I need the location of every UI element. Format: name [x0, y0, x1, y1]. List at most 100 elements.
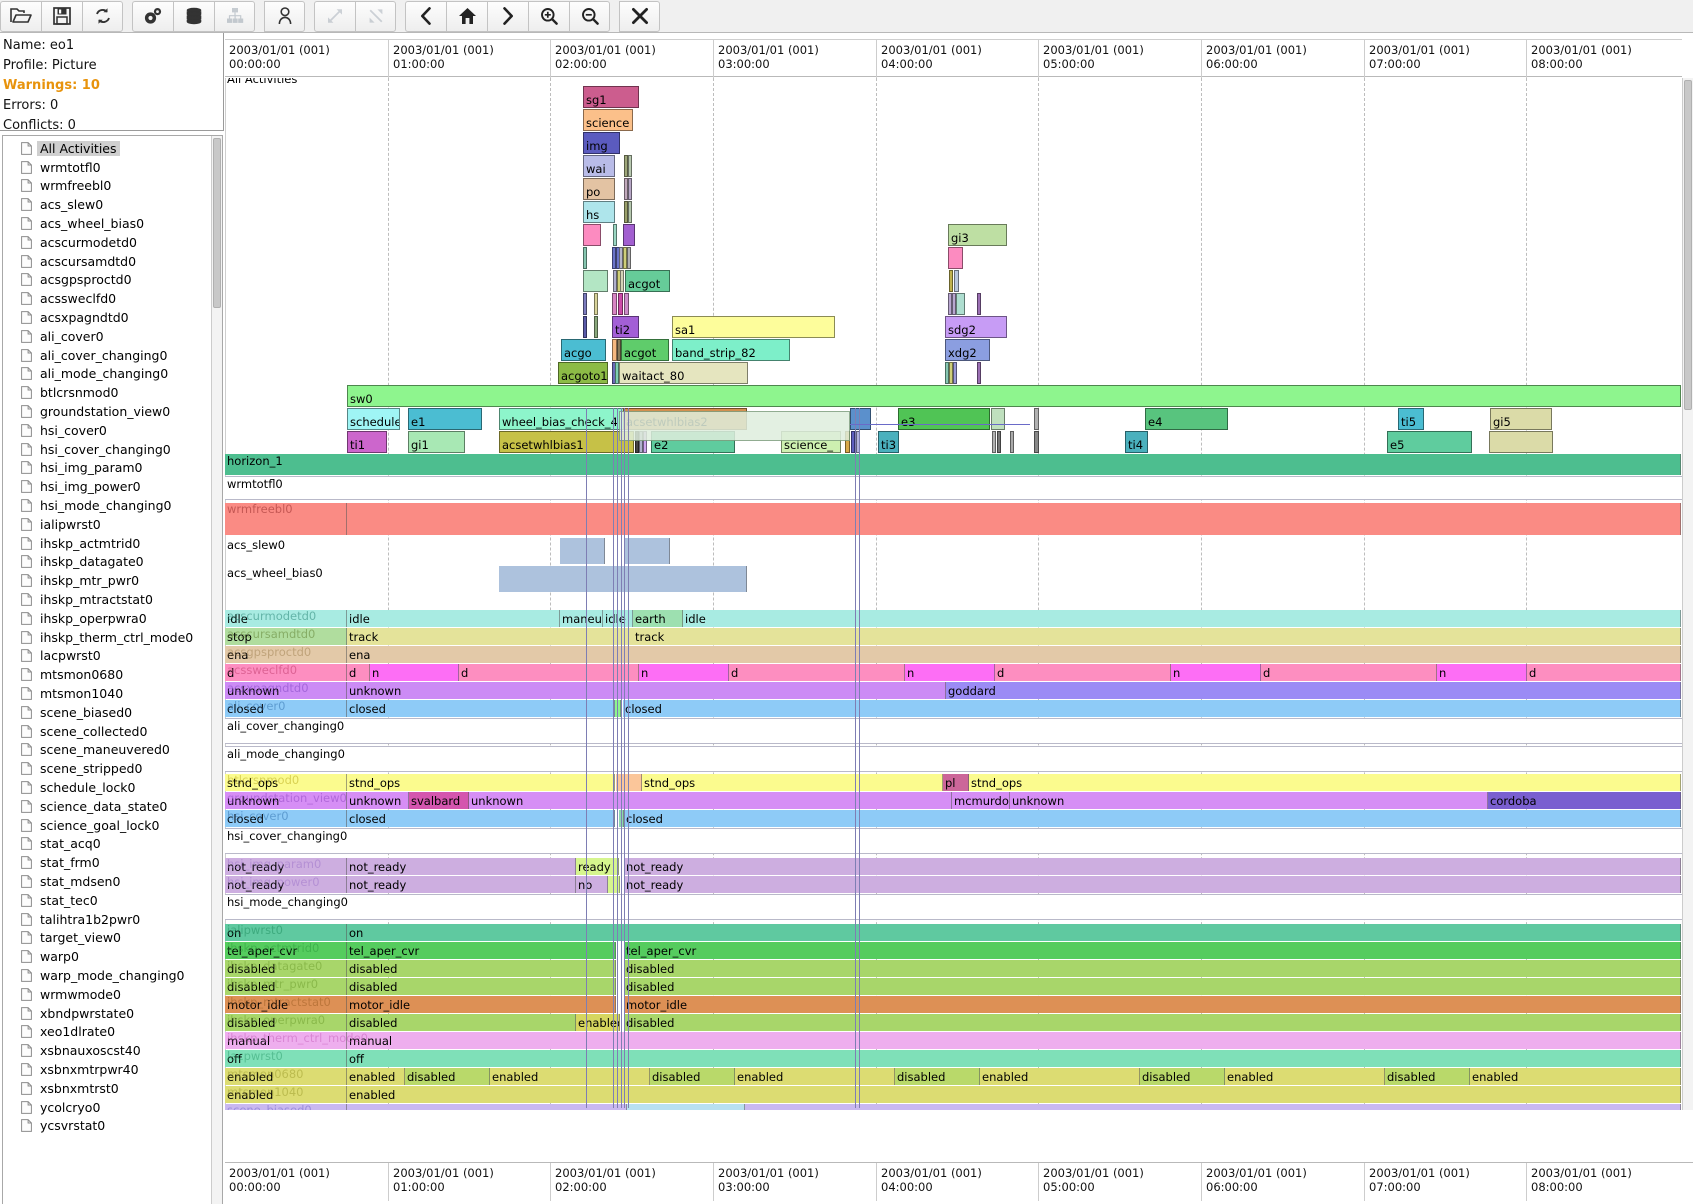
activity-tree-panel[interactable]: All Activities wrmtotfl0 wrmfreebl0 acs_sle…	[2, 135, 223, 1204]
state-segment[interactable]	[616, 774, 642, 791]
state-segment[interactable]	[745, 1104, 1681, 1110]
state-segment[interactable]: enabled	[225, 1068, 347, 1085]
state-segment[interactable]: not_ready	[225, 876, 347, 893]
activity-bar[interactable]	[997, 431, 1001, 453]
state-segment[interactable]: not_ready	[347, 876, 576, 893]
activity-bar[interactable]: wai	[583, 155, 615, 177]
state-segment[interactable]: disabled	[895, 1068, 980, 1085]
activity-bar[interactable]	[583, 293, 587, 315]
tree-item-schedule-lock0[interactable]: schedule_lock0	[3, 778, 213, 797]
activity-bar[interactable]: sa1	[672, 316, 835, 338]
state-segment[interactable]: tel_aper_cvr	[624, 942, 1681, 959]
save-button[interactable]	[41, 0, 82, 32]
state-segment[interactable]: ready	[576, 858, 619, 875]
tree-item-ihskp-operpwra0[interactable]: ihskp_operpwra0	[3, 609, 213, 628]
state-segment[interactable]: pl	[943, 774, 969, 791]
state-row-ihskp-mtractstat0[interactable]: motor_idle motor_idle motor_idle ihskp_mtra…	[225, 996, 1693, 1013]
state-segment[interactable]: no	[576, 876, 608, 893]
activity-bar[interactable]: schedule_	[347, 408, 400, 430]
tree-item-acs-wheel-bias0[interactable]: acs_wheel_bias0	[3, 214, 213, 233]
activity-bar[interactable]	[583, 247, 587, 269]
activity-bar[interactable]	[624, 293, 629, 315]
state-segment[interactable]	[499, 566, 747, 592]
open-file-button[interactable]	[0, 0, 41, 32]
tree-item-xeo1dlrate0[interactable]: xeo1dlrate0	[3, 1022, 213, 1041]
home-button[interactable]	[446, 0, 487, 32]
tree-item-talihtra1b2pwr0[interactable]: talihtra1b2pwr0	[3, 910, 213, 929]
timeline-panel[interactable]: 2003/01/01 (001) 00:00:00 2003/01/01 (001)…	[225, 33, 1693, 1204]
state-segment[interactable]: idle	[225, 610, 347, 627]
state-row-ihskp-datagate0[interactable]: disabled disabled disabled ihskp_datagate0	[225, 960, 1693, 977]
activity-bar[interactable]	[620, 270, 624, 292]
state-row-hsi-cover0[interactable]: closed closed closed hsi_cover0	[225, 810, 1693, 827]
activity-bar[interactable]: po	[583, 178, 615, 200]
activity-bar[interactable]	[992, 431, 996, 453]
state-row-acs-wheel-bias0[interactable]: acs_wheel_bias0	[225, 566, 1693, 592]
tree-item-ihskp-actmtrid0[interactable]: ihskp_actmtrid0	[3, 534, 213, 553]
tree-item-acssweclfd0[interactable]: acssweclfd0	[3, 289, 213, 308]
state-row-ihskp-actmtrid0[interactable]: tel_aper_cvr tel_aper_cvr tel_aper_cvr ihsk…	[225, 942, 1693, 959]
timeline-ruler-top[interactable]: 2003/01/01 (001) 00:00:00 2003/01/01 (001)…	[225, 39, 1693, 78]
activity-bar[interactable]	[953, 362, 957, 384]
activity-bar[interactable]: img	[583, 132, 620, 154]
activity-bar[interactable]: sg1	[583, 86, 639, 108]
state-segment[interactable]: tel_aper_cvr	[225, 942, 347, 959]
state-row-acscursamdtd0[interactable]: stop track track acscursamdtd0	[225, 628, 1693, 645]
state-segment[interactable]	[625, 538, 670, 564]
tree-item-groundstation-view0[interactable]: groundstation_view0	[3, 402, 213, 421]
state-segment[interactable]: enabled	[347, 1086, 1681, 1103]
activity-bar[interactable]: hs	[583, 201, 615, 223]
activity-bar[interactable]: e4	[1145, 408, 1228, 430]
state-segment[interactable]: d	[225, 664, 347, 681]
activity-bar[interactable]: ti4	[1125, 431, 1148, 453]
activity-bar[interactable]: sw0	[347, 385, 1681, 407]
activity-bar[interactable]	[956, 293, 965, 315]
state-segment[interactable]: n	[639, 664, 729, 681]
state-segment[interactable]: manual	[347, 1032, 1681, 1049]
state-row-ali-mode-changing0[interactable]: ali_mode_changing0	[225, 746, 1693, 772]
tree-item-xsbnauxoscst40[interactable]: xsbnauxoscst40	[3, 1041, 213, 1060]
tree-scrollbar-thumb[interactable]	[213, 138, 221, 308]
activity-bar[interactable]: science_	[781, 431, 841, 453]
tree-item-hsi-img-power0[interactable]: hsi_img_power0	[3, 477, 213, 496]
activity-bar[interactable]: waitact_80	[619, 362, 748, 384]
state-segment[interactable]: enabled	[225, 1086, 347, 1103]
activity-bar[interactable]: gi3	[948, 224, 1007, 246]
activity-bar[interactable]	[643, 431, 647, 453]
tree-item-warp-mode-changing0[interactable]: warp_mode_changing0	[3, 966, 213, 985]
activity-bar[interactable]: e2	[651, 431, 735, 453]
state-segment[interactable]: mcmurdo	[952, 792, 1010, 809]
activity-bar[interactable]: e3	[898, 408, 990, 430]
state-segment[interactable]: closed	[623, 700, 1681, 717]
tree-item-stat-frm0[interactable]: stat_frm0	[3, 853, 213, 872]
activity-bar[interactable]	[1489, 431, 1553, 453]
back-button[interactable]	[405, 0, 446, 32]
activity-bar[interactable]	[618, 293, 623, 315]
forward-button[interactable]	[487, 0, 528, 32]
state-segment[interactable]	[560, 538, 605, 564]
activity-bar[interactable]: gi1	[408, 431, 465, 453]
tree-item-ali-mode-changing0[interactable]: ali_mode_changing0	[3, 365, 213, 384]
state-segment[interactable]: stnd_ops	[347, 774, 615, 791]
state-segment[interactable]	[615, 700, 621, 717]
state-row-horizon-1[interactable]: horizon_1	[225, 454, 1693, 475]
activity-bar[interactable]: acsetwhlbias1	[499, 431, 634, 453]
state-segment[interactable]: unknown	[225, 682, 347, 699]
state-row-acsgpsproctd0[interactable]: ena ena acsgpsproctd0	[225, 646, 1693, 663]
tree-item-ali-cover-changing0[interactable]: ali_cover_changing0	[3, 346, 213, 365]
user-button[interactable]	[264, 0, 305, 32]
timeline-canvas[interactable]: All Activities sg1 science img wai po hs gi3 acg…	[225, 78, 1693, 1110]
zoom-out-button[interactable]	[569, 0, 610, 32]
tree-item-xsbnxmtrst0[interactable]: xsbnxmtrst0	[3, 1079, 213, 1098]
state-segment[interactable]: not_ready	[624, 876, 1681, 893]
tree-item-wrmfreebl0[interactable]: wrmfreebl0	[3, 177, 213, 196]
state-segment[interactable]: disabled	[225, 978, 347, 995]
activity-bar[interactable]	[856, 431, 860, 453]
state-row-mtsmon1040[interactable]: enabled enabled mtsmon1040	[225, 1086, 1693, 1103]
state-row-mtsmon0680[interactable]: enabled enabled disabled enabled disabled ena…	[225, 1068, 1693, 1085]
tree-item-ycolcryo0[interactable]: ycolcryo0	[3, 1098, 213, 1117]
activity-bar[interactable]: ti2	[612, 316, 639, 338]
zoom-in-button[interactable]	[528, 0, 569, 32]
activity-bar[interactable]: band_strip_82	[672, 339, 790, 361]
state-segment[interactable]: unknown	[1010, 792, 1488, 809]
